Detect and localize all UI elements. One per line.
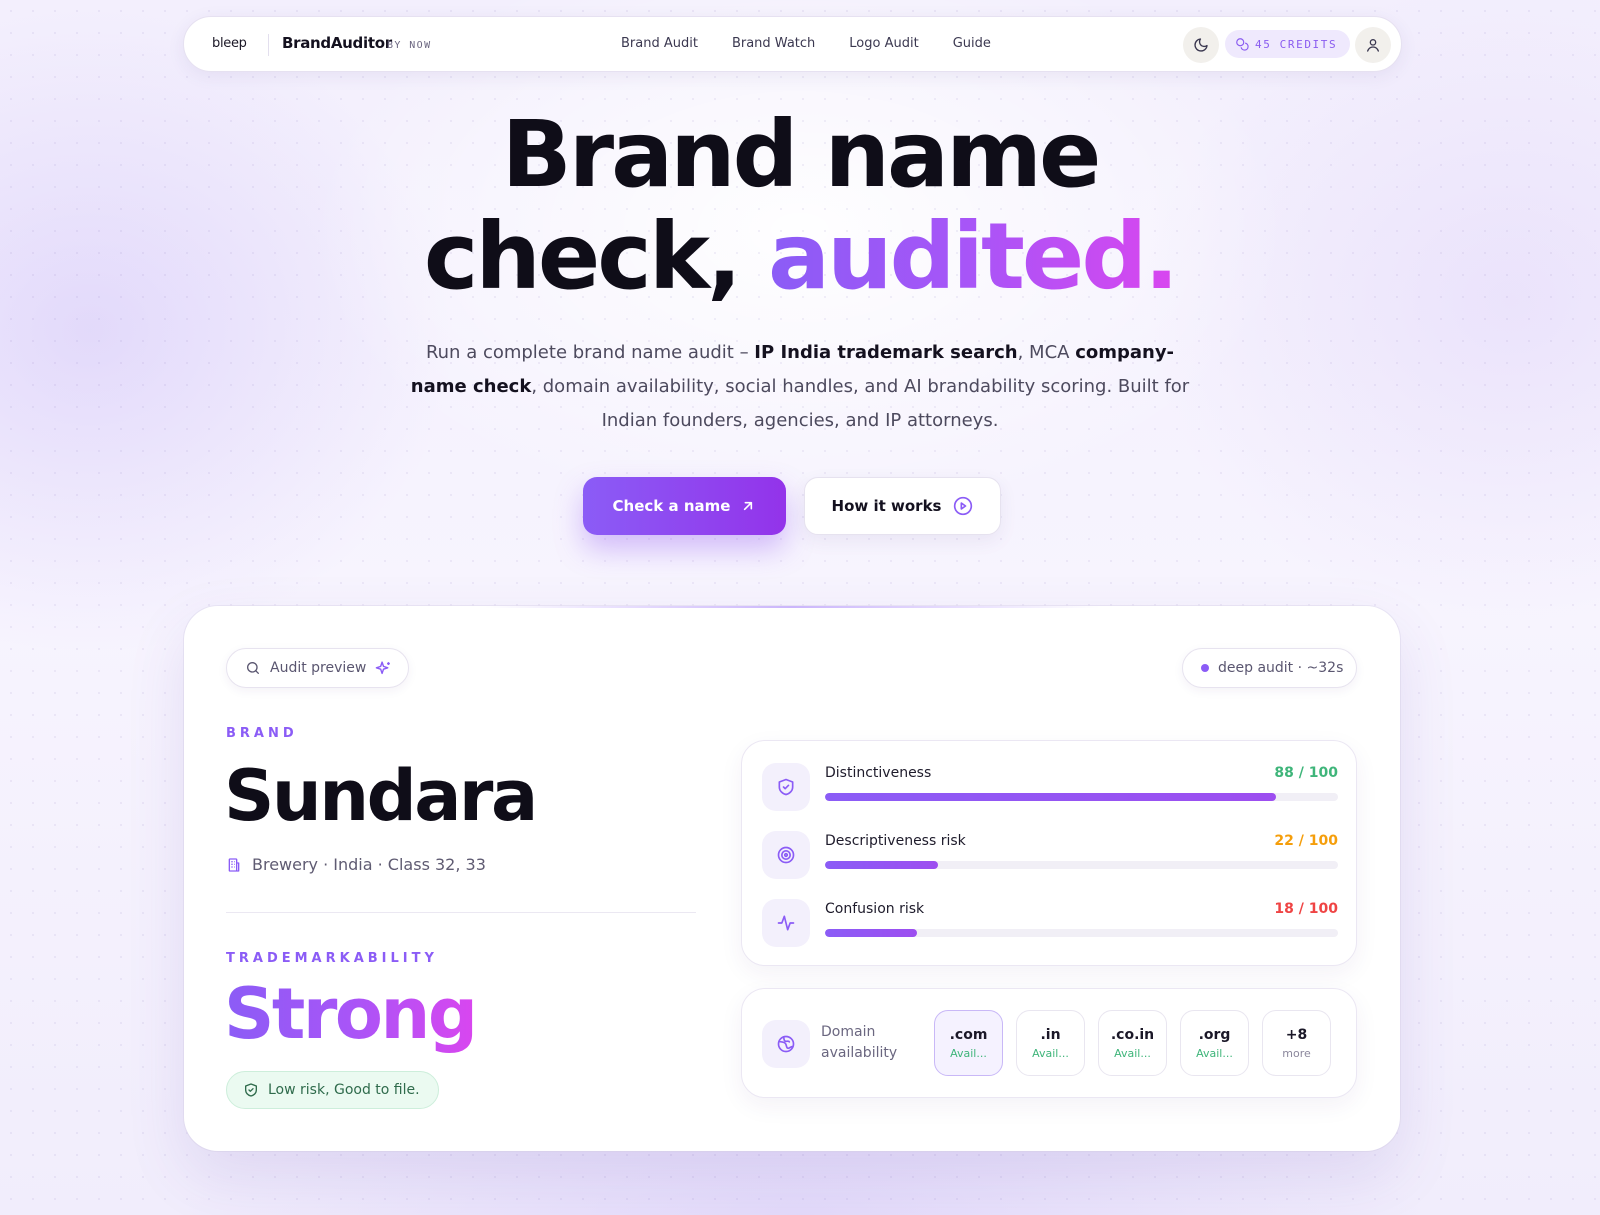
nav-links: Brand Audit Brand Watch Logo Audit Guide: [621, 36, 1025, 51]
domain-chip-org[interactable]: .org Avail...: [1180, 1010, 1249, 1076]
scores-panel: Distinctiveness 88 / 100 Descriptiveness…: [741, 740, 1357, 966]
score-icon-box: [762, 899, 810, 947]
credits-count: 45 CREDITS: [1255, 37, 1338, 51]
audit-preview-pill[interactable]: Audit preview: [226, 648, 409, 688]
hero-title-check: check,: [423, 203, 768, 310]
coins-icon: [1236, 38, 1249, 51]
app-byline: BY NOW: [387, 40, 432, 51]
score-value: 18 / 100: [1274, 901, 1338, 917]
domain-availability-panel: Domain availability .com Avail... .in Av…: [741, 988, 1357, 1098]
user-avatar-button[interactable]: [1355, 27, 1391, 63]
score-label: Descriptiveness risk: [825, 833, 966, 849]
nav-link-logo-audit[interactable]: Logo Audit: [849, 36, 918, 51]
nav-link-brand-audit[interactable]: Brand Audit: [621, 36, 698, 51]
domain-chip-status: Avail...: [1114, 1046, 1151, 1060]
check-a-name-label: Check a name: [612, 497, 731, 515]
shield-check-icon: [778, 778, 794, 796]
score-value: 88 / 100: [1274, 765, 1338, 781]
domain-chip-in[interactable]: .in Avail...: [1016, 1010, 1085, 1076]
score-row-distinctiveness: Distinctiveness 88 / 100: [762, 763, 1338, 811]
hero-title-audited: audited.: [767, 203, 1179, 310]
domain-chip-name: .in: [1040, 1026, 1061, 1043]
globe-icon: [777, 1035, 795, 1053]
hero-sub-text: Run a complete brand name audit –: [425, 342, 755, 363]
search-icon: [247, 662, 259, 674]
audit-preview-card: Audit preview deep audit · ~32s BRAND Su…: [184, 606, 1400, 1151]
score-icon-box: [762, 763, 810, 811]
arrow-up-right-icon: [744, 501, 753, 511]
score-row-confusion-risk: Confusion risk 18 / 100: [762, 899, 1338, 947]
section-divider: [226, 912, 696, 913]
score-label: Confusion risk: [825, 901, 925, 917]
score-bar: [825, 929, 1338, 937]
trademarkability-value: Strong: [224, 973, 478, 1055]
domain-chip-more[interactable]: +8 more: [1262, 1010, 1331, 1076]
nav-divider: [268, 34, 269, 56]
hero-subtitle: Run a complete brand name audit – IP Ind…: [400, 336, 1200, 438]
score-value: 22 / 100: [1274, 833, 1338, 849]
credits-badge[interactable]: 45 CREDITS: [1225, 30, 1351, 58]
hero-title-line1: Brand name: [501, 101, 1102, 208]
score-bar-fill: [825, 861, 938, 869]
moon-icon: [1194, 38, 1208, 52]
sparkles-icon: [376, 660, 391, 674]
domain-chip-name: +8: [1285, 1026, 1308, 1043]
activity-icon: [777, 915, 795, 931]
user-icon: [1367, 39, 1379, 52]
brand-meta: Brewery · India · Class 32, 33: [226, 855, 486, 874]
app-name[interactable]: BrandAuditor: [282, 34, 392, 52]
bleep-logo[interactable]: bleep: [212, 36, 247, 51]
domain-chip-com[interactable]: .com Avail...: [934, 1010, 1003, 1076]
deep-audit-label: deep audit · ~32s: [1218, 660, 1344, 676]
score-row-descriptiveness-risk: Descriptiveness risk 22 / 100: [762, 831, 1338, 879]
trademarkability-eyebrow: TRADEMARKABILITY: [226, 951, 438, 966]
brand-name: Sundara: [224, 755, 538, 837]
domain-chip-status: more: [1282, 1046, 1311, 1060]
hero-title-line2: check, audited.: [0, 206, 1600, 308]
check-a-name-button[interactable]: Check a name: [583, 477, 786, 535]
audit-preview-label: Audit preview: [270, 660, 367, 676]
nav-link-guide[interactable]: Guide: [953, 36, 991, 51]
score-bar-fill: [825, 929, 918, 937]
risk-badge-text: Low risk, Good to file.: [268, 1082, 420, 1098]
domain-chip-co-in[interactable]: .co.in Avail...: [1098, 1010, 1167, 1076]
shield-check-icon: [245, 1083, 257, 1097]
domain-chip-status: Avail...: [1032, 1046, 1069, 1060]
top-nav: bleep BrandAuditor BY NOW Brand Audit Br…: [183, 16, 1402, 72]
brand-eyebrow: BRAND: [226, 726, 298, 741]
how-it-works-label: How it works: [831, 497, 942, 515]
risk-badge: Low risk, Good to file.: [226, 1071, 439, 1109]
domain-availability-label: Domain availability: [821, 1024, 898, 1061]
play-circle-icon: [954, 496, 973, 516]
hero-sub-text: , MCA: [1017, 342, 1076, 363]
score-label: Distinctiveness: [825, 765, 932, 781]
hero-sub-trademark: IP India trademark search: [754, 342, 1018, 363]
domain-chip-name: .org: [1198, 1026, 1231, 1043]
theme-toggle-button[interactable]: [1183, 27, 1219, 63]
domain-chip-status: Avail...: [1196, 1046, 1233, 1060]
target-icon: [777, 846, 795, 864]
domain-chip-status: Avail...: [950, 1046, 987, 1060]
score-icon-box: [762, 831, 810, 879]
hero-title: Brand name check, audited.: [0, 104, 1600, 308]
domain-chip-name: .co.in: [1110, 1026, 1155, 1043]
score-bar: [825, 793, 1338, 801]
domain-icon-box: [762, 1020, 810, 1068]
card-accent-line: [484, 606, 1100, 608]
building-icon: [228, 857, 240, 872]
score-bar: [825, 861, 1338, 869]
score-bar-fill: [825, 793, 1277, 801]
nav-link-brand-watch[interactable]: Brand Watch: [732, 36, 815, 51]
status-dot: [1201, 664, 1209, 672]
domain-chip-name: .com: [949, 1026, 988, 1043]
hero-sub-text: , domain availability, social handles, a…: [531, 376, 1190, 431]
brand-meta-text: Brewery · India · Class 32, 33: [252, 855, 486, 874]
deep-audit-pill: deep audit · ~32s: [1182, 648, 1357, 688]
how-it-works-button[interactable]: How it works: [804, 477, 1001, 535]
